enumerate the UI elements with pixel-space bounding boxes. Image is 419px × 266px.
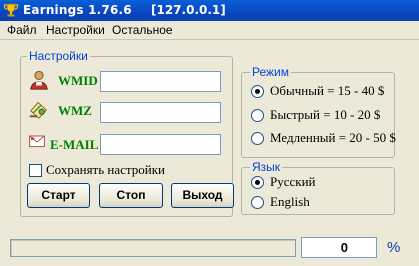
mode-legend: Режим bbox=[250, 65, 291, 79]
menu-file[interactable]: Файл bbox=[7, 23, 37, 37]
settings-legend: Настройки bbox=[27, 49, 90, 63]
language-russian-label: Русский bbox=[270, 174, 316, 189]
language-russian-radio[interactable] bbox=[251, 176, 264, 189]
start-button[interactable]: Старт bbox=[27, 183, 90, 208]
menu-other[interactable]: Остальное bbox=[112, 23, 173, 37]
save-settings-label: Сохранять настройки bbox=[46, 162, 165, 177]
wmz-label: WMZ bbox=[58, 103, 92, 118]
title-bar[interactable]: Earnings 1.76.6 [127.0.0.1] bbox=[0, 0, 419, 21]
save-settings-checkbox[interactable] bbox=[29, 164, 42, 177]
window-title: Earnings 1.76.6 bbox=[23, 3, 132, 17]
earnings-counter: 0 bbox=[301, 237, 377, 258]
mode-slow-label: Медленный = 20 - 50 $ bbox=[270, 130, 396, 145]
language-english-label: English bbox=[270, 194, 310, 209]
wmid-label: WMID bbox=[58, 73, 98, 88]
language-english-radio[interactable] bbox=[251, 196, 264, 209]
person-icon bbox=[30, 70, 48, 90]
wallet-icon bbox=[29, 101, 47, 119]
mode-normal-label: Обычный = 15 - 40 $ bbox=[270, 83, 385, 98]
mode-normal-radio[interactable] bbox=[251, 85, 264, 98]
language-group: Язык bbox=[241, 160, 395, 215]
mode-fast-label: Быстрый = 10 - 20 $ bbox=[270, 107, 381, 122]
wmid-input[interactable] bbox=[100, 71, 221, 92]
menu-settings[interactable]: Настройки bbox=[46, 23, 105, 37]
window-address: [127.0.0.1] bbox=[151, 3, 226, 17]
email-input[interactable] bbox=[100, 134, 221, 155]
menu-bar: Файл Настройки Остальное bbox=[0, 21, 419, 40]
mode-fast-radio[interactable] bbox=[251, 109, 264, 122]
email-label: E-MAIL bbox=[50, 137, 99, 152]
wmz-input[interactable] bbox=[100, 102, 221, 123]
trophy-icon bbox=[3, 3, 19, 17]
progress-bar bbox=[10, 239, 296, 257]
mode-slow-radio[interactable] bbox=[251, 132, 264, 145]
envelope-icon bbox=[29, 135, 45, 148]
stop-button[interactable]: Стоп bbox=[99, 183, 163, 208]
exit-button[interactable]: Выход bbox=[171, 183, 234, 208]
language-legend: Язык bbox=[250, 160, 283, 174]
percent-sign: % bbox=[387, 239, 401, 256]
